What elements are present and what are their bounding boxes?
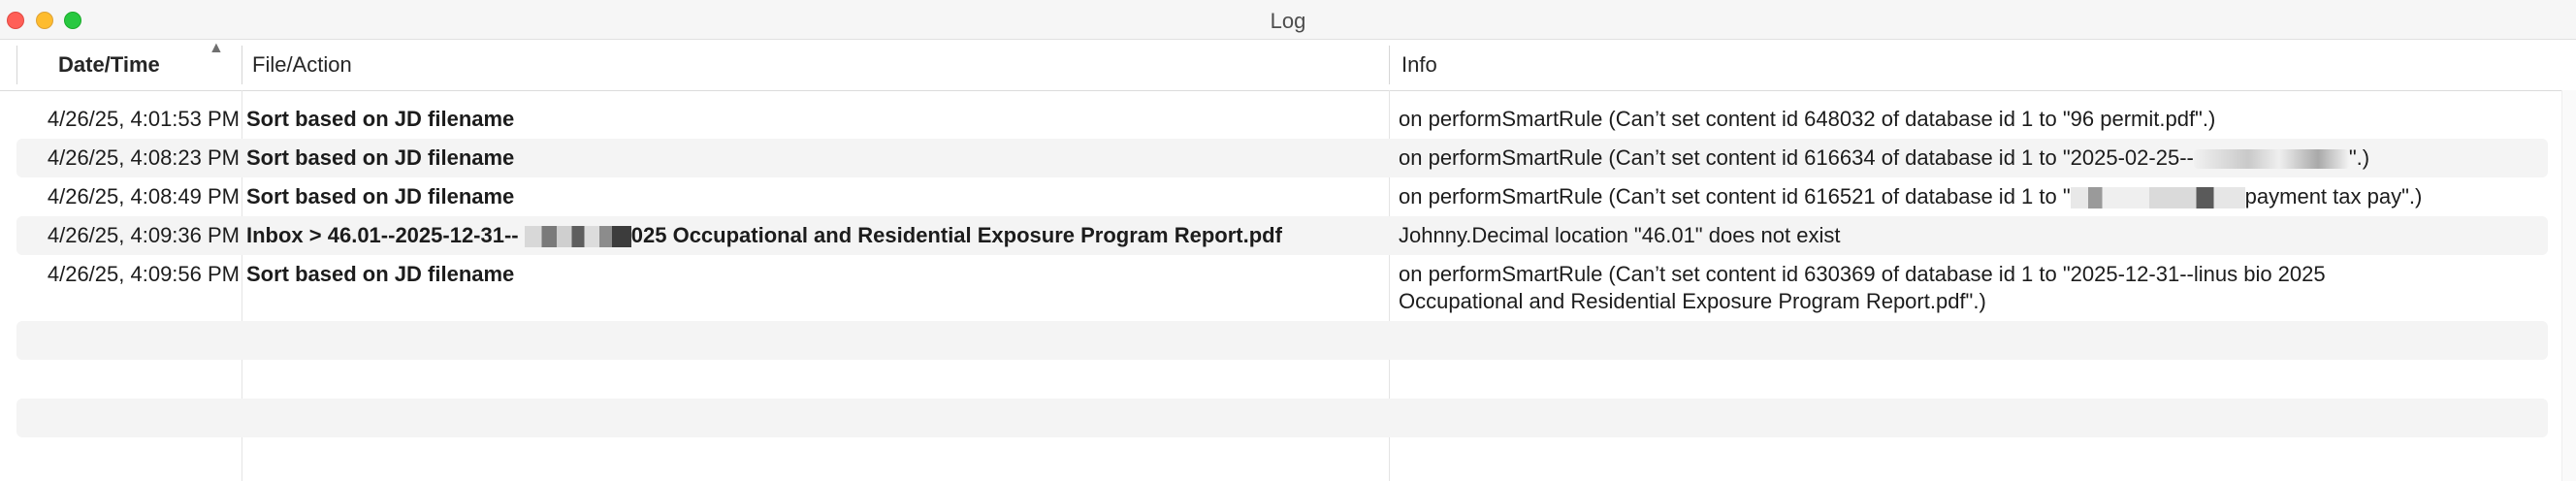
info-text-line: Occupational and Residential Exposure Pr…: [1399, 289, 1986, 313]
empty-row: [16, 399, 2548, 437]
column-header-date-time[interactable]: Date/Time: [17, 40, 241, 90]
table-row[interactable]: 4/26/25, 4:09:56 PM Sort based on JD fil…: [16, 255, 2548, 321]
date-time-cell: 4/26/25, 4:08:23 PM: [47, 145, 240, 170]
info-cell: on performSmartRule (Can’t set content i…: [1399, 261, 2524, 315]
info-cell: on performSmartRule (Can’t set content i…: [1399, 107, 2216, 131]
file-action-cell: Sort based on JD filename: [246, 184, 515, 208]
redacted-text: [2070, 187, 2245, 209]
info-cell: Johnny.Decimal location "46.01" does not…: [1399, 223, 1841, 247]
table-row[interactable]: 4/26/25, 4:08:49 PM Sort based on JD fil…: [16, 177, 2548, 216]
column-header-label: Info: [1401, 52, 1437, 77]
log-table: 4/26/25, 4:01:53 PM Sort based on JD fil…: [16, 100, 2548, 476]
column-divider[interactable]: [1389, 46, 1390, 84]
empty-row: [16, 360, 2548, 399]
sort-ascending-icon[interactable]: ▲: [209, 40, 224, 57]
column-header-info[interactable]: Info: [1401, 40, 1437, 90]
window-title: Log: [1270, 9, 1306, 33]
column-header-label: Date/Time: [58, 52, 160, 77]
info-text-line: on performSmartRule (Can’t set content i…: [1399, 262, 2326, 286]
title-bar: Log: [0, 0, 2576, 40]
info-text: payment tax pay".): [2244, 184, 2423, 208]
file-action-cell: Sort based on JD filename: [246, 107, 515, 131]
file-action-cell: Sort based on JD filename: [246, 145, 515, 170]
info-text: ".): [2348, 145, 2370, 170]
date-time-cell: 4/26/25, 4:08:49 PM: [47, 184, 240, 208]
table-row[interactable]: 4/26/25, 4:01:53 PM Sort based on JD fil…: [16, 100, 2548, 139]
redacted-text: [2193, 149, 2349, 170]
file-text: Inbox > 46.01--2025-12-31--: [246, 223, 519, 247]
table-row[interactable]: 4/26/25, 4:08:23 PM Sort based on JD fil…: [16, 139, 2548, 177]
info-cell: on performSmartRule (Can’t set content i…: [1399, 144, 2524, 172]
empty-row: [16, 321, 2548, 360]
info-text: on performSmartRule (Can’t set content i…: [1399, 184, 2071, 208]
date-time-cell: 4/26/25, 4:09:36 PM: [47, 223, 240, 247]
file-action-cell: Sort based on JD filename: [246, 262, 515, 286]
date-time-cell: 4/26/25, 4:09:56 PM: [47, 262, 240, 286]
info-cell: on performSmartRule (Can’t set content i…: [1399, 183, 2524, 210]
date-time-cell: 4/26/25, 4:01:53 PM: [47, 107, 240, 131]
redacted-text: [524, 226, 631, 248]
table-header: Date/Time ▲ File/Action Info: [0, 40, 2576, 91]
empty-row: [16, 437, 2548, 476]
info-text: on performSmartRule (Can’t set content i…: [1399, 145, 2194, 170]
column-header-file-action[interactable]: File/Action: [252, 40, 352, 90]
vertical-scrollbar[interactable]: [2561, 90, 2576, 481]
column-header-label: File/Action: [252, 52, 352, 77]
file-action-cell: Inbox > 46.01--2025-12-31-- 025 Occupati…: [246, 222, 1282, 249]
log-window: Log Date/Time ▲ File/Action Info 4/26/25…: [0, 0, 2576, 481]
table-row[interactable]: 4/26/25, 4:09:36 PM Inbox > 46.01--2025-…: [16, 216, 2548, 255]
file-text: 025 Occupational and Residential Exposur…: [630, 223, 1282, 247]
